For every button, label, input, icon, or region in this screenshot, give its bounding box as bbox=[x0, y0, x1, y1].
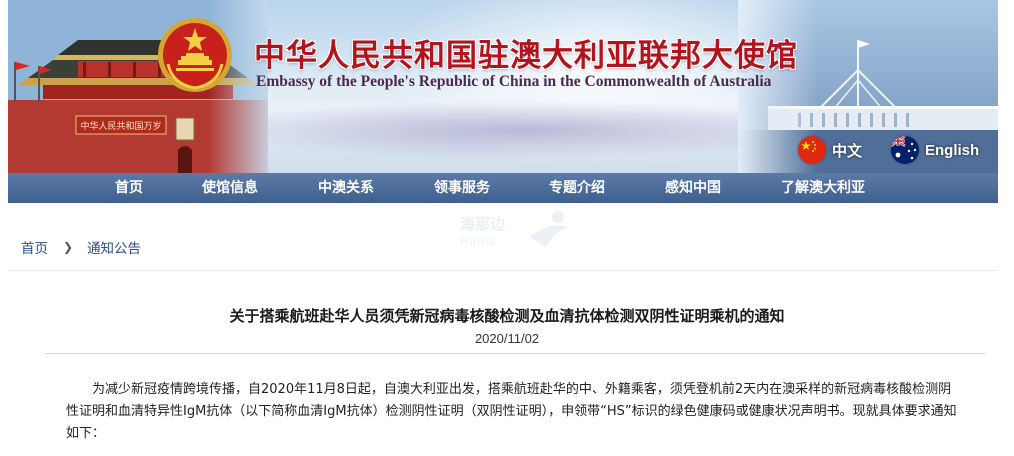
australia-flag-icon bbox=[891, 136, 919, 164]
embassy-title-en: Embassy of the People's Republic of Chin… bbox=[256, 73, 772, 90]
header-banner: 中华人民共和国万岁 中华人民共和国驻澳大利亚联邦大使馆 Embassy of t… bbox=[8, 0, 998, 173]
nav-item-embassy-info[interactable]: 使馆信息 bbox=[202, 173, 258, 203]
nav-item-perceive-china[interactable]: 感知中国 bbox=[665, 173, 721, 203]
language-english-link[interactable]: English bbox=[891, 136, 979, 164]
nav-item-topics[interactable]: 专题介绍 bbox=[549, 173, 605, 203]
breadcrumb-home-link[interactable]: 首页 bbox=[21, 237, 48, 257]
watermark-logo: 海那边 Haina bbox=[450, 205, 590, 255]
national-emblem-icon bbox=[158, 18, 232, 92]
language-chinese-label: 中文 bbox=[832, 142, 863, 160]
language-english-label: English bbox=[925, 141, 980, 159]
embassy-title-cn: 中华人民共和国驻澳大利亚联邦大使馆 bbox=[254, 38, 798, 74]
chevron-right-icon: ❯ bbox=[63, 240, 74, 254]
article-title: 关于搭乘航班赴华人员须凭新冠病毒核酸检测及血清抗体检测双阴性证明乘机的通知 bbox=[229, 307, 785, 325]
article-divider bbox=[45, 353, 985, 354]
watermark-text: 海那边 bbox=[460, 215, 506, 233]
gate-sign-text: 中华人民共和国万岁 bbox=[80, 120, 161, 132]
watermark-figure-icon bbox=[530, 211, 570, 247]
breadcrumb: 首页 ❯ 通知公告 bbox=[21, 237, 141, 257]
nav-item-about-australia[interactable]: 了解澳大利亚 bbox=[781, 173, 865, 203]
article-date: 2020/11/02 bbox=[474, 331, 540, 346]
language-chinese-link[interactable]: 中文 bbox=[798, 136, 862, 164]
breadcrumb-current-link[interactable]: 通知公告 bbox=[87, 237, 141, 257]
nav-item-china-australia-relations[interactable]: 中澳关系 bbox=[318, 173, 374, 203]
china-flag-icon bbox=[798, 136, 826, 164]
nav-item-consular-services[interactable]: 领事服务 bbox=[434, 173, 490, 203]
article-paragraph: 为减少新冠疫情跨境传播，自2020年11月8日起，自澳大利亚出发，搭乘航班赴华的… bbox=[66, 382, 957, 441]
nav-item-home[interactable]: 首页 bbox=[115, 173, 143, 203]
watermark-subtext: Haina bbox=[460, 235, 497, 248]
main-nav: 首页 使馆信息 中澳关系 领事服务 专题介绍 感知中国 了解澳大利亚 bbox=[8, 173, 998, 203]
divider bbox=[8, 270, 998, 271]
